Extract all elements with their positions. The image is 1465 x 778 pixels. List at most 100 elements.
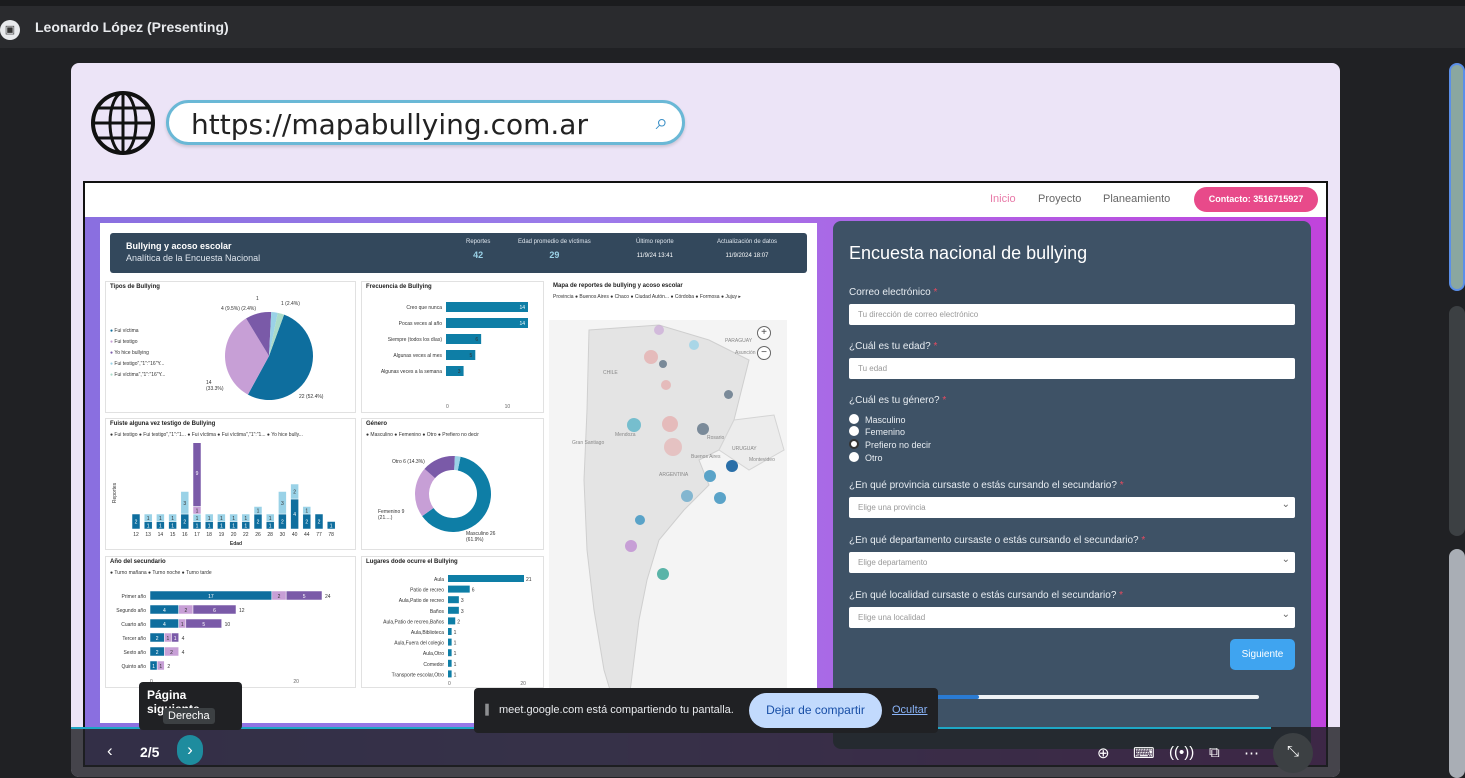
bar bbox=[448, 606, 459, 614]
bar-value-label: 1 bbox=[196, 523, 199, 529]
bar-value-label: 1 bbox=[147, 523, 150, 529]
drag-handle-icon[interactable]: ∥ bbox=[484, 702, 490, 716]
slide-control-bar: ‹ 2/5 › ⊕ ⌨ ((•)) ⧉ ⋯ ⤡ bbox=[71, 727, 1340, 777]
bar-value-label: 3 bbox=[461, 609, 464, 615]
map-marker[interactable] bbox=[714, 492, 726, 504]
bar-value-label: 2 bbox=[257, 520, 260, 526]
map-marker[interactable] bbox=[625, 540, 637, 552]
bar-value-label: 1 bbox=[196, 516, 199, 522]
map-marker[interactable] bbox=[659, 360, 667, 368]
contact-button[interactable]: Contacto: 3516715927 bbox=[1194, 187, 1318, 212]
map-marker[interactable] bbox=[724, 390, 733, 399]
radio-otro[interactable]: Otro bbox=[849, 452, 883, 463]
participant-tile[interactable] bbox=[1449, 306, 1465, 536]
x-tick-label: 15 bbox=[170, 532, 176, 538]
donut-label: Masculino 26 (61.9%) bbox=[466, 531, 496, 543]
bar-value-label: 1 bbox=[171, 523, 174, 529]
bar-value-label: 1 bbox=[257, 508, 260, 514]
bar-category-label: Aula,Biblioteca bbox=[411, 630, 444, 636]
map-marker[interactable] bbox=[661, 380, 671, 390]
department-label: ¿En qué departamento cursaste o estás cu… bbox=[849, 535, 1146, 546]
map-marker[interactable] bbox=[664, 438, 682, 456]
bar-value-label: 1 bbox=[208, 516, 211, 522]
nav-link-proyecto[interactable]: Proyecto bbox=[1038, 193, 1081, 205]
participant-tile[interactable] bbox=[1449, 63, 1465, 291]
x-tick-label: 77 bbox=[316, 532, 322, 538]
bar-value-label: 4 bbox=[163, 622, 166, 628]
radio-prefiero-no-decir[interactable]: Prefiero no decir bbox=[849, 439, 931, 450]
exit-fullscreen-icon[interactable]: ⤡ bbox=[1273, 733, 1313, 773]
bar-category-label: Siempre (todos los días) bbox=[388, 337, 443, 343]
bar-value-label: 5 bbox=[303, 594, 306, 600]
bar-value-label: 1 bbox=[147, 516, 150, 522]
more-options-icon[interactable]: ⋯ bbox=[1244, 744, 1259, 762]
axis-tick-label: 10 bbox=[505, 404, 511, 410]
bar-value-label: 21 bbox=[526, 577, 532, 583]
nav-link-inicio[interactable]: Inicio bbox=[990, 193, 1016, 205]
radio-masculino[interactable]: Masculino bbox=[849, 414, 906, 425]
donut-label: Otro 6 (14.3%) bbox=[392, 459, 425, 465]
bar-value-label: 1 bbox=[196, 508, 199, 514]
chevron-left-icon[interactable]: ‹ bbox=[107, 741, 113, 761]
next-button[interactable]: Siguiente bbox=[1230, 639, 1295, 670]
map-marker[interactable] bbox=[644, 350, 658, 364]
bar-category-label: Aula,Otro bbox=[423, 651, 444, 657]
bar-value-label: 2 bbox=[170, 650, 173, 656]
powerbi-dashboard: Bullying y acoso escolar Analítica de la… bbox=[100, 223, 817, 723]
bar-value-label: 3 bbox=[281, 501, 284, 507]
zoom-icon[interactable]: ⊕ bbox=[1097, 744, 1110, 762]
pie-label: 1 bbox=[256, 296, 259, 302]
map-marker[interactable] bbox=[726, 460, 738, 472]
map-marker[interactable] bbox=[654, 325, 664, 335]
map-marker[interactable] bbox=[681, 490, 693, 502]
map-marker[interactable] bbox=[635, 515, 645, 525]
argentina-map[interactable]: PARAGUAY CHILE Asunción URUGUAY Buenos A… bbox=[549, 320, 787, 722]
bar-value-label: 2 bbox=[156, 636, 159, 642]
bar bbox=[446, 366, 464, 376]
participant-tile[interactable] bbox=[1449, 549, 1465, 778]
nav-link-planeamiento[interactable]: Planeamiento bbox=[1103, 193, 1170, 205]
website-screenshot: Inicio Proyecto Planeamiento Contacto: 3… bbox=[83, 181, 1328, 767]
bar-value-label: 2 bbox=[135, 520, 138, 526]
email-field[interactable]: Tu dirección de correo electrónico bbox=[849, 304, 1295, 325]
pip-icon[interactable]: ⧉ bbox=[1209, 744, 1220, 761]
bar-category-label: Aula,Patio de recreo,Baños bbox=[383, 619, 444, 625]
x-axis-label: Edad bbox=[230, 541, 242, 547]
bar bbox=[448, 638, 452, 646]
stop-sharing-button[interactable]: Dejar de compartir bbox=[749, 693, 882, 728]
dashboard-title: Bullying y acoso escolar bbox=[126, 241, 232, 251]
bar-value-label: 5 bbox=[202, 622, 205, 628]
x-tick-label: 14 bbox=[158, 532, 164, 538]
map-marker[interactable] bbox=[657, 568, 669, 580]
map-marker[interactable] bbox=[689, 340, 699, 350]
bar-value-label: 1 bbox=[454, 641, 457, 647]
broadcast-icon[interactable]: ((•)) bbox=[1169, 744, 1194, 761]
zoom-out-icon[interactable]: − bbox=[757, 346, 771, 360]
radio-femenino[interactable]: Femenino bbox=[849, 426, 905, 437]
department-select[interactable]: Elige departamento bbox=[849, 552, 1295, 573]
email-label: Correo electrónico * bbox=[849, 287, 938, 298]
hide-link[interactable]: Ocultar bbox=[892, 704, 927, 716]
meeting-top-bar: ▣ Leonardo López (Presenting) bbox=[0, 0, 1465, 48]
axis-tick-label: 20 bbox=[520, 681, 526, 687]
panel-frecuencia: Frecuencia de Bullying Creo que nunca 14 P… bbox=[361, 281, 544, 413]
bar-value-label: 1 bbox=[174, 636, 177, 642]
keyboard-icon[interactable]: ⌨ bbox=[1133, 744, 1155, 762]
map-marker[interactable] bbox=[697, 423, 709, 435]
bar-total-label: 10 bbox=[225, 622, 231, 628]
map-marker[interactable] bbox=[662, 416, 678, 432]
map-marker[interactable] bbox=[627, 418, 641, 432]
panel-title: Género bbox=[366, 421, 388, 427]
bar-value-label: 2 bbox=[293, 490, 296, 496]
locality-select[interactable]: Elige una localidad bbox=[849, 607, 1295, 628]
age-field[interactable]: Tu edad bbox=[849, 358, 1295, 379]
bar-value-label: 1 bbox=[159, 523, 162, 529]
map-marker[interactable] bbox=[704, 470, 716, 482]
chevron-right-icon[interactable]: › bbox=[177, 735, 203, 765]
map-label: PARAGUAY bbox=[725, 338, 753, 344]
x-tick-label: 19 bbox=[219, 532, 225, 538]
province-select[interactable]: Elige una provincia bbox=[849, 497, 1295, 518]
axis-tick-label: 20 bbox=[293, 679, 299, 685]
zoom-in-icon[interactable]: + bbox=[757, 326, 771, 340]
bar-value-label: 3 bbox=[183, 501, 186, 507]
